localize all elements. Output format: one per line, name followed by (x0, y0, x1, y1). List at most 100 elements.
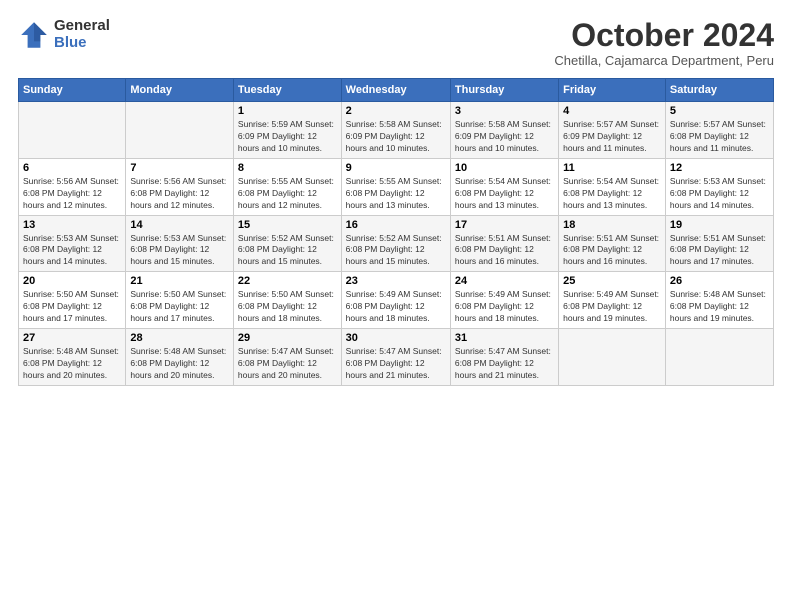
calendar-week-5: 27 Sunrise: 5:48 AM Sunset: 6:08 PM Dayli… (19, 328, 774, 385)
day-info: Sunrise: 5:50 AM Sunset: 6:08 PM Dayligh… (130, 289, 229, 325)
calendar-cell: 5Sunrise: 5:57 AM Sunset: 6:08 PM Daylig… (665, 102, 773, 159)
day-number: 7 (130, 162, 229, 174)
calendar-cell: 10 Sunrise: 5:54 AM Sunset: 6:08 PM Dayli… (450, 158, 558, 215)
calendar-cell: 8 Sunrise: 5:55 AM Sunset: 6:08 PM Daylig… (233, 158, 341, 215)
day-info: Sunrise: 5:51 AM Sunset: 6:08 PM Dayligh… (670, 233, 769, 269)
calendar-cell: 2 Sunrise: 5:58 AM Sunset: 6:09 PM Daylig… (341, 102, 450, 159)
day-info: Sunrise: 5:55 AM Sunset: 6:08 PM Dayligh… (238, 176, 337, 212)
calendar-cell (19, 102, 126, 159)
day-info: Sunrise: 5:56 AM Sunset: 6:08 PM Dayligh… (130, 176, 229, 212)
day-info: Sunrise: 5:53 AM Sunset: 6:08 PM Dayligh… (670, 176, 769, 212)
logo: General Blue (18, 18, 110, 51)
logo-blue-text: Blue (54, 35, 110, 52)
calendar-cell: 30 Sunrise: 5:47 AM Sunset: 6:08 PM Dayli… (341, 328, 450, 385)
calendar-week-2: 6 Sunrise: 5:56 AM Sunset: 6:08 PM Daylig… (19, 158, 774, 215)
logo-text: General Blue (54, 18, 110, 51)
day-number: 29 (238, 332, 337, 344)
day-info: Sunrise: 5:56 AM Sunset: 6:08 PM Dayligh… (23, 176, 121, 212)
calendar-body: 1Sunrise: 5:59 AM Sunset: 6:09 PM Daylig… (19, 102, 774, 385)
logo-general-text: General (54, 18, 110, 35)
day-info: Sunrise: 5:49 AM Sunset: 6:08 PM Dayligh… (563, 289, 661, 325)
day-number: 4 (563, 105, 661, 117)
calendar-cell (559, 328, 666, 385)
calendar-cell: 29Sunrise: 5:47 AM Sunset: 6:08 PM Dayli… (233, 328, 341, 385)
calendar-cell: 21 Sunrise: 5:50 AM Sunset: 6:08 PM Dayli… (126, 272, 234, 329)
col-saturday: Saturday (665, 79, 773, 102)
day-info: Sunrise: 5:48 AM Sunset: 6:08 PM Dayligh… (23, 346, 121, 382)
day-number: 17 (455, 219, 554, 231)
calendar-cell: 14 Sunrise: 5:53 AM Sunset: 6:08 PM Dayli… (126, 215, 234, 272)
day-number: 30 (346, 332, 446, 344)
calendar-cell: 20Sunrise: 5:50 AM Sunset: 6:08 PM Dayli… (19, 272, 126, 329)
day-number: 10 (455, 162, 554, 174)
day-number: 31 (455, 332, 554, 344)
calendar-cell: 3 Sunrise: 5:58 AM Sunset: 6:09 PM Daylig… (450, 102, 558, 159)
calendar-cell (665, 328, 773, 385)
day-number: 28 (130, 332, 229, 344)
day-number: 5 (670, 105, 769, 117)
day-number: 21 (130, 275, 229, 287)
page: General Blue October 2024 Chetilla, Caja… (0, 0, 792, 612)
calendar-table: Sunday Monday Tuesday Wednesday Thursday… (18, 78, 774, 385)
col-wednesday: Wednesday (341, 79, 450, 102)
calendar-cell: 24Sunrise: 5:49 AM Sunset: 6:08 PM Dayli… (450, 272, 558, 329)
day-number: 22 (238, 275, 337, 287)
day-info: Sunrise: 5:49 AM Sunset: 6:08 PM Dayligh… (455, 289, 554, 325)
day-info: Sunrise: 5:48 AM Sunset: 6:08 PM Dayligh… (670, 289, 769, 325)
day-number: 1 (238, 105, 337, 117)
calendar-cell: 6 Sunrise: 5:56 AM Sunset: 6:08 PM Daylig… (19, 158, 126, 215)
day-number: 2 (346, 105, 446, 117)
calendar-cell: 17 Sunrise: 5:51 AM Sunset: 6:08 PM Dayli… (450, 215, 558, 272)
day-info: Sunrise: 5:53 AM Sunset: 6:08 PM Dayligh… (130, 233, 229, 269)
day-info: Sunrise: 5:50 AM Sunset: 6:08 PM Dayligh… (238, 289, 337, 325)
col-monday: Monday (126, 79, 234, 102)
calendar-cell: 4Sunrise: 5:57 AM Sunset: 6:09 PM Daylig… (559, 102, 666, 159)
day-number: 12 (670, 162, 769, 174)
day-info: Sunrise: 5:52 AM Sunset: 6:08 PM Dayligh… (238, 233, 337, 269)
day-number: 14 (130, 219, 229, 231)
day-number: 27 (23, 332, 121, 344)
header: General Blue October 2024 Chetilla, Caja… (18, 18, 774, 68)
calendar-cell: 7 Sunrise: 5:56 AM Sunset: 6:08 PM Daylig… (126, 158, 234, 215)
col-friday: Friday (559, 79, 666, 102)
day-info: Sunrise: 5:54 AM Sunset: 6:08 PM Dayligh… (455, 176, 554, 212)
calendar-cell: 11Sunrise: 5:54 AM Sunset: 6:08 PM Dayli… (559, 158, 666, 215)
day-info: Sunrise: 5:53 AM Sunset: 6:08 PM Dayligh… (23, 233, 121, 269)
day-number: 8 (238, 162, 337, 174)
calendar-cell: 31 Sunrise: 5:47 AM Sunset: 6:08 PM Dayli… (450, 328, 558, 385)
main-title: October 2024 (554, 18, 774, 53)
title-block: October 2024 Chetilla, Cajamarca Departm… (554, 18, 774, 68)
calendar-week-4: 20Sunrise: 5:50 AM Sunset: 6:08 PM Dayli… (19, 272, 774, 329)
col-tuesday: Tuesday (233, 79, 341, 102)
day-number: 26 (670, 275, 769, 287)
day-info: Sunrise: 5:55 AM Sunset: 6:08 PM Dayligh… (346, 176, 446, 212)
day-info: Sunrise: 5:52 AM Sunset: 6:08 PM Dayligh… (346, 233, 446, 269)
calendar-cell (126, 102, 234, 159)
day-info: Sunrise: 5:58 AM Sunset: 6:09 PM Dayligh… (346, 119, 446, 155)
calendar-cell: 25 Sunrise: 5:49 AM Sunset: 6:08 PM Dayli… (559, 272, 666, 329)
day-number: 11 (563, 162, 661, 174)
header-row: Sunday Monday Tuesday Wednesday Thursday… (19, 79, 774, 102)
day-info: Sunrise: 5:51 AM Sunset: 6:08 PM Dayligh… (455, 233, 554, 269)
day-number: 6 (23, 162, 121, 174)
day-number: 13 (23, 219, 121, 231)
calendar-cell: 23Sunrise: 5:49 AM Sunset: 6:08 PM Dayli… (341, 272, 450, 329)
day-info: Sunrise: 5:47 AM Sunset: 6:08 PM Dayligh… (455, 346, 554, 382)
day-info: Sunrise: 5:47 AM Sunset: 6:08 PM Dayligh… (346, 346, 446, 382)
day-number: 18 (563, 219, 661, 231)
day-number: 16 (346, 219, 446, 231)
calendar-week-3: 13 Sunrise: 5:53 AM Sunset: 6:08 PM Dayli… (19, 215, 774, 272)
day-info: Sunrise: 5:50 AM Sunset: 6:08 PM Dayligh… (23, 289, 121, 325)
calendar-cell: 28Sunrise: 5:48 AM Sunset: 6:08 PM Dayli… (126, 328, 234, 385)
day-number: 9 (346, 162, 446, 174)
day-info: Sunrise: 5:58 AM Sunset: 6:09 PM Dayligh… (455, 119, 554, 155)
day-number: 15 (238, 219, 337, 231)
calendar-cell: 26 Sunrise: 5:48 AM Sunset: 6:08 PM Dayli… (665, 272, 773, 329)
day-number: 23 (346, 275, 446, 287)
day-info: Sunrise: 5:51 AM Sunset: 6:08 PM Dayligh… (563, 233, 661, 269)
calendar-cell: 13 Sunrise: 5:53 AM Sunset: 6:08 PM Dayli… (19, 215, 126, 272)
day-number: 25 (563, 275, 661, 287)
calendar-cell: 15 Sunrise: 5:52 AM Sunset: 6:08 PM Dayli… (233, 215, 341, 272)
calendar-cell: 18 Sunrise: 5:51 AM Sunset: 6:08 PM Dayli… (559, 215, 666, 272)
day-number: 3 (455, 105, 554, 117)
